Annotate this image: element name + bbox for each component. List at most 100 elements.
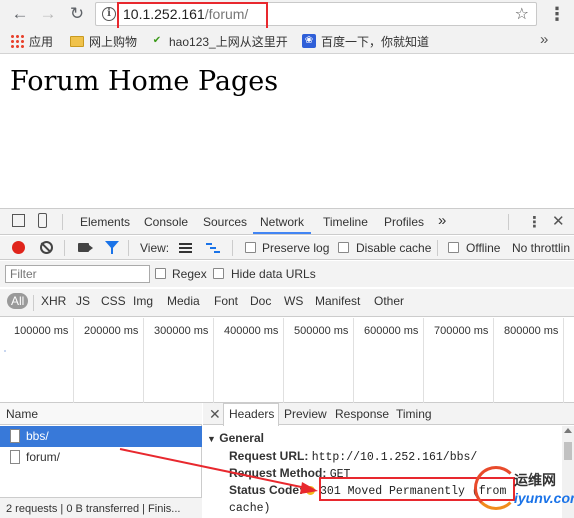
filter-funnel-icon[interactable] [105, 241, 119, 254]
large-rows-list-icon[interactable] [179, 243, 192, 253]
tab-timeline[interactable]: Timeline [323, 215, 368, 229]
bookmark-label: 应用 [29, 34, 54, 49]
request-row-forum[interactable]: forum/ [0, 447, 202, 468]
general-title: General [219, 431, 264, 445]
type-manifest[interactable]: Manifest [315, 294, 360, 308]
divider [437, 240, 438, 256]
divider [62, 214, 63, 230]
bookmark-label: 网上购物 [89, 34, 138, 49]
offline-label: Offline [466, 241, 501, 255]
timeline-tick: 100000 ms [14, 325, 69, 337]
record-icon[interactable] [12, 241, 25, 254]
preserve-log-label: Preserve log [262, 241, 330, 255]
overview-waterfall-icon[interactable] [206, 243, 220, 253]
divider [128, 240, 129, 256]
network-summary: 2 requests | 0 B transferred | Finis... [0, 497, 202, 518]
scroll-up-arrow-icon[interactable] [564, 428, 572, 433]
scroll-thumb[interactable] [564, 442, 572, 460]
status-code-value-cont: cache) [229, 502, 271, 515]
request-url-label: Request URL: [229, 449, 309, 463]
timeline-tick: 200000 ms [84, 325, 139, 337]
info-icon[interactable]: i [102, 7, 116, 21]
bookmark-baidu[interactable]: ❀ 百度一下，你就知道 [302, 33, 429, 49]
type-other[interactable]: Other [374, 294, 404, 308]
status-dot-icon [306, 486, 316, 495]
requests-list: Name bbs/ forum/ 2 requests | 0 B transf… [0, 403, 202, 518]
baidu-paw-icon: ❀ [302, 34, 316, 48]
disable-cache-label: Disable cache [356, 241, 432, 255]
filter-row: Regex Hide data URLs [0, 261, 574, 287]
tab-preview[interactable]: Preview [284, 407, 327, 421]
timeline-tick: 800000 ms [504, 325, 559, 337]
close-devtools-icon[interactable]: ✕ [552, 212, 565, 230]
watermark-title: 运维网 [514, 472, 556, 488]
back-arrow-icon[interactable]: ← [9, 3, 31, 25]
general-section-toggle[interactable]: ▼ General [207, 431, 264, 445]
type-css[interactable]: CSS [101, 294, 126, 308]
type-img[interactable]: Img [133, 294, 153, 308]
watermark-url: iyunv.com [514, 490, 574, 506]
tab-response[interactable]: Response [335, 407, 389, 421]
more-tabs-chevron-icon[interactable]: » [438, 212, 446, 229]
tab-network[interactable]: Network [260, 215, 304, 229]
hide-data-urls-checkbox[interactable] [213, 268, 224, 279]
view-label: View: [140, 241, 170, 255]
network-overview-timeline[interactable]: 100000 ms 200000 ms 300000 ms 400000 ms … [0, 318, 574, 403]
apps-grid-icon [10, 34, 24, 48]
timeline-tick: 400000 ms [224, 325, 279, 337]
document-icon [10, 429, 20, 443]
request-name: bbs/ [26, 429, 49, 443]
type-all[interactable]: All [7, 293, 29, 309]
throttling-select[interactable]: No throttlin [512, 241, 570, 255]
type-js[interactable]: JS [76, 294, 90, 308]
type-media[interactable]: Media [167, 294, 200, 308]
regex-checkbox[interactable] [155, 268, 166, 279]
bookmark-apps[interactable]: 应用 [10, 33, 53, 49]
type-doc[interactable]: Doc [250, 294, 271, 308]
type-font[interactable]: Font [214, 294, 238, 308]
offline-checkbox[interactable] [448, 242, 459, 253]
bookmarks-bar: 应用 网上购物 ✔ hao123_上网从这里开 ❀ 百度一下，你就知道 » [0, 28, 574, 54]
tab-timing[interactable]: Timing [396, 407, 432, 421]
type-xhr[interactable]: XHR [41, 294, 66, 308]
inspect-element-icon[interactable] [12, 214, 25, 227]
request-method-label: Request Method: [229, 466, 327, 480]
preserve-log-checkbox[interactable] [245, 242, 256, 253]
timeline-tick: 600000 ms [364, 325, 419, 337]
status-code-label: Status Code: [229, 483, 304, 497]
more-bookmarks-chevron-icon[interactable]: » [540, 31, 548, 48]
bookmark-hao123[interactable]: ✔ hao123_上网从这里开 [150, 33, 288, 49]
tab-console[interactable]: Console [144, 215, 188, 229]
disable-cache-checkbox[interactable] [338, 242, 349, 253]
detail-tab-bar: ✕ Headers Preview Response Timing [203, 403, 574, 426]
tab-elements[interactable]: Elements [80, 215, 130, 229]
page-heading: Forum Home Pages [10, 66, 279, 97]
reload-icon[interactable]: ↻ [66, 3, 88, 25]
close-details-icon[interactable]: ✕ [209, 406, 221, 423]
resource-type-filter: All XHR JS CSS Img Media Font Doc WS Man… [0, 289, 574, 317]
request-row-bbs[interactable]: bbs/ [0, 426, 202, 447]
name-column-header[interactable]: Name [0, 403, 202, 425]
screenshot-camera-icon[interactable] [78, 243, 93, 252]
type-ws[interactable]: WS [284, 294, 303, 308]
menu-kebab-icon[interactable]: ⋮ [548, 4, 566, 24]
forward-arrow-icon[interactable]: → [37, 3, 59, 25]
tab-profiles[interactable]: Profiles [384, 215, 424, 229]
tab-sources[interactable]: Sources [203, 215, 247, 229]
timeline-tick: 700000 ms [434, 325, 489, 337]
request-url-row: Request URL: http://10.1.252.161/bbs/ [229, 449, 477, 464]
request-name: forum/ [26, 450, 61, 464]
document-icon [10, 450, 20, 464]
network-toolbar: View: Preserve log Disable cache Offline… [0, 236, 574, 260]
status-code-continuation: cache) [229, 500, 270, 515]
filter-input[interactable] [5, 265, 150, 283]
bookmark-shopping[interactable]: 网上购物 [70, 33, 137, 49]
device-mode-icon[interactable] [38, 213, 47, 228]
tab-headers[interactable]: Headers [229, 407, 274, 421]
clear-icon[interactable] [40, 241, 53, 254]
devtools-tab-bar: Elements Console Sources Network Timelin… [0, 209, 574, 235]
hide-data-urls-label: Hide data URLs [231, 267, 316, 281]
bookmark-star-icon[interactable]: ☆ [515, 4, 529, 24]
devtools-menu-icon[interactable]: ⋮ [527, 213, 542, 231]
divider [508, 214, 509, 230]
